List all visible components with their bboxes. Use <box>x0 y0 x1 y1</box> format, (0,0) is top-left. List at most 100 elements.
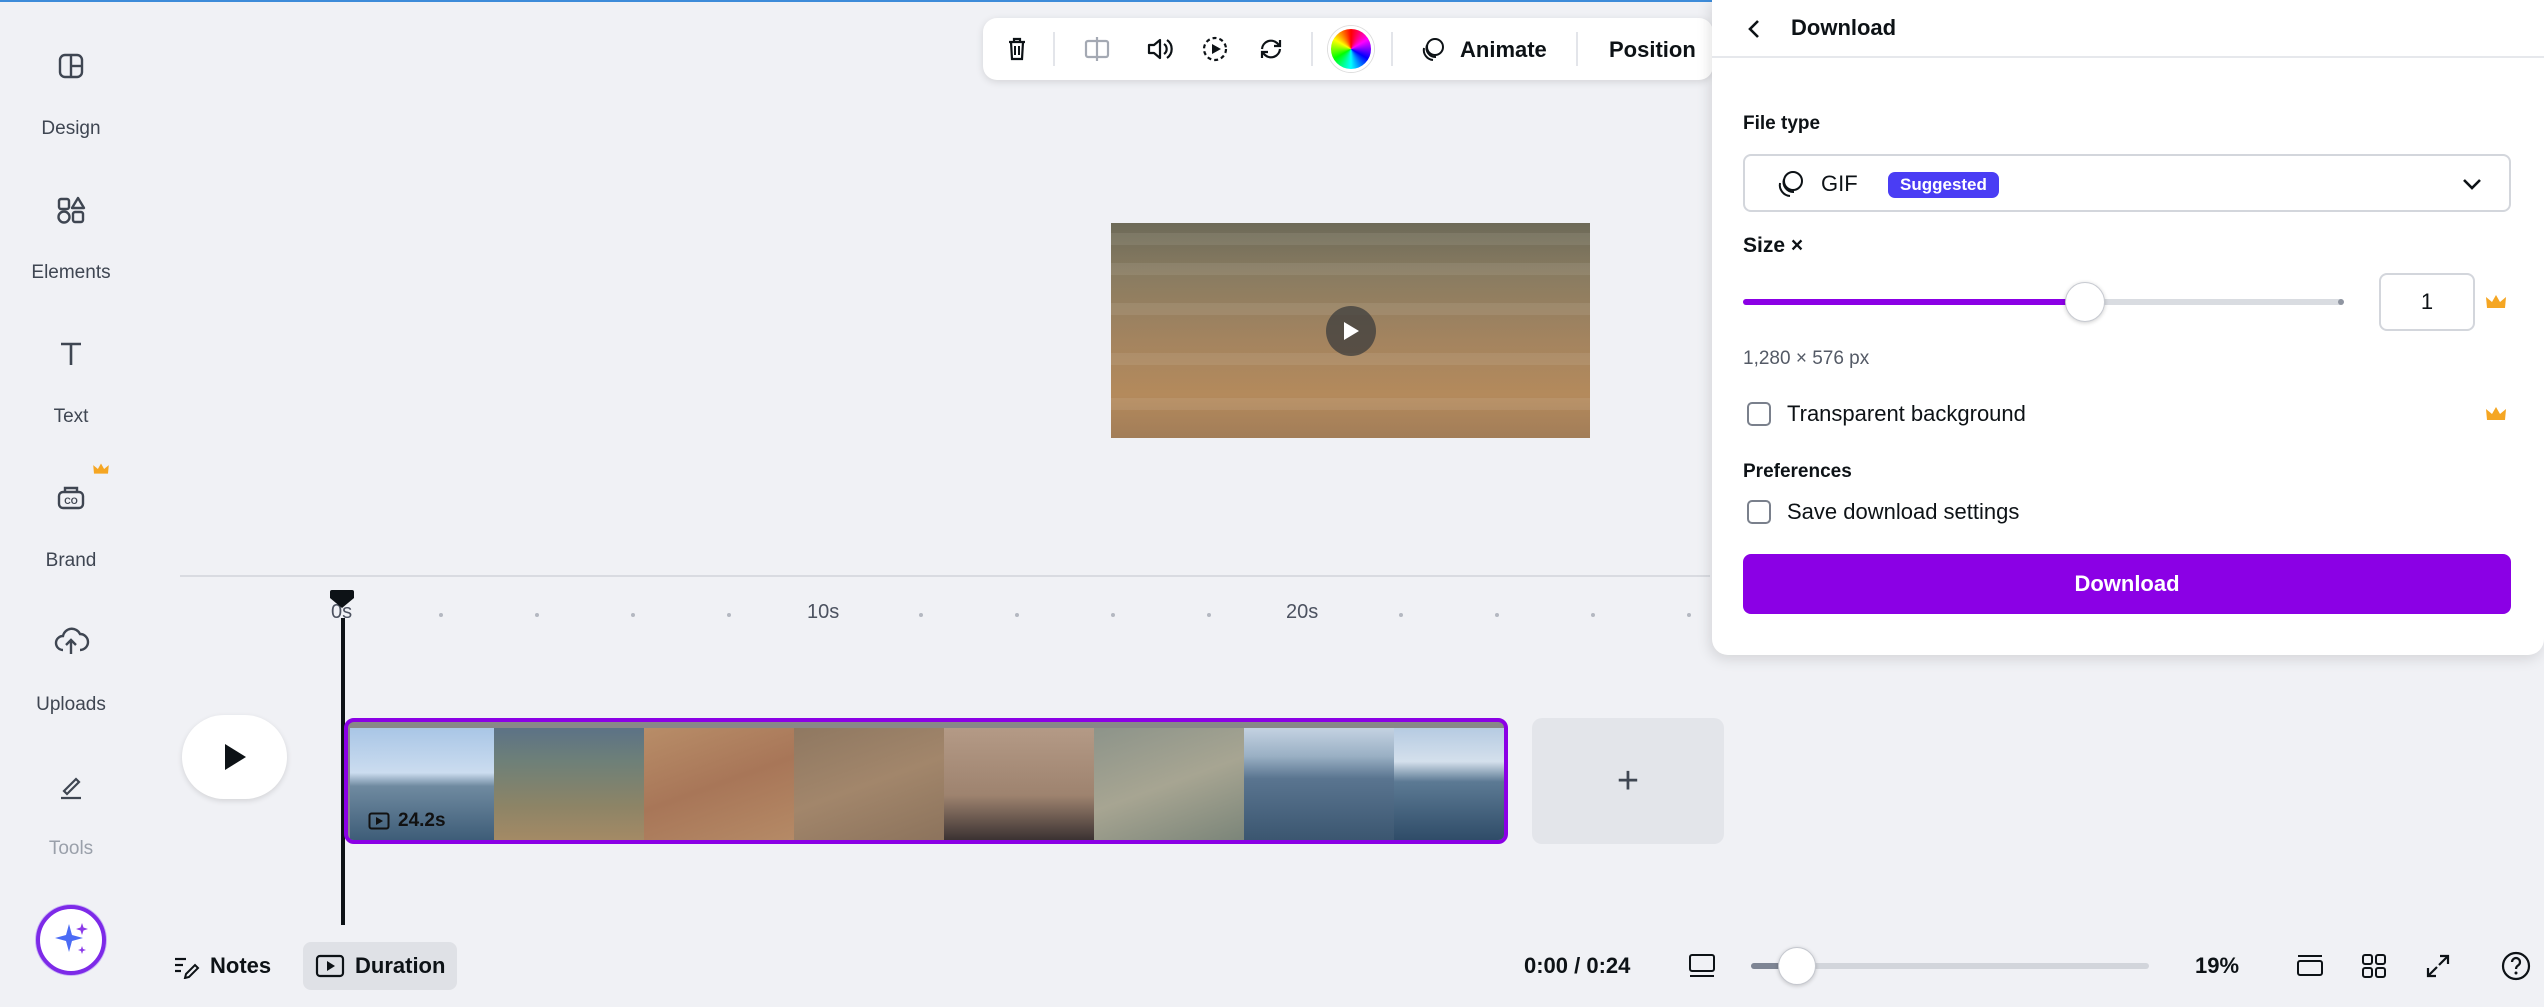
zoom-percentage[interactable]: 19% <box>2195 953 2239 979</box>
chevron-left-icon <box>1748 20 1759 38</box>
tick-dot <box>1399 613 1403 617</box>
playhead-handle[interactable] <box>329 588 355 610</box>
help-button[interactable] <box>2498 948 2534 984</box>
grid-icon <box>2362 954 2386 978</box>
file-type-label: File type <box>1743 113 1821 134</box>
delete-button[interactable] <box>999 31 1035 67</box>
video-clip[interactable]: 24.2s <box>344 718 1508 844</box>
save-settings-checkbox[interactable] <box>1747 500 1771 524</box>
sidebar-item-label: Brand <box>45 550 97 571</box>
sidebar-item-text[interactable]: Text <box>0 288 142 427</box>
tick-label: 20s <box>1286 601 1319 623</box>
clip-frame <box>1094 728 1244 840</box>
help-icon <box>2501 951 2531 981</box>
uploads-icon <box>54 627 90 654</box>
file-type-select[interactable]: GIF Suggested <box>1743 154 2511 212</box>
transparent-background-checkbox[interactable] <box>1747 402 1771 426</box>
play-icon <box>1344 322 1359 340</box>
magic-assistant-button[interactable] <box>36 905 106 975</box>
clip-frame <box>1394 728 1504 840</box>
position-button[interactable]: Position <box>1609 37 1696 63</box>
size-slider-fill <box>1743 299 2085 305</box>
clip-frame <box>494 728 644 840</box>
expand-icon <box>2426 954 2450 978</box>
crown-icon <box>93 463 109 474</box>
water-texture <box>1111 233 1590 245</box>
tick-dot <box>1687 613 1691 617</box>
crown-icon <box>2486 295 2506 308</box>
tick-dot <box>1591 613 1595 617</box>
duration-button[interactable]: Duration <box>303 942 458 990</box>
chevron-down-icon <box>2463 179 2481 190</box>
text-icon <box>61 342 81 365</box>
tick-dot <box>1015 613 1019 617</box>
size-input[interactable]: 1 <box>2379 273 2475 331</box>
notes-icon <box>175 957 200 979</box>
download-panel: Download File type GIF Suggested Size × … <box>1712 0 2544 655</box>
sidebar-item-label: Tools <box>48 838 94 859</box>
clip-frame <box>944 728 1094 840</box>
animate-icon <box>1422 38 1444 61</box>
animate-icon-wrap[interactable] <box>1415 31 1451 67</box>
save-settings-label: Save download settings <box>1787 499 2020 524</box>
page-view-button[interactable] <box>1684 948 1720 984</box>
water-texture <box>1111 263 1590 275</box>
timeline-ruler <box>180 575 1710 577</box>
tools-icon <box>61 777 81 800</box>
tick-dot <box>919 613 923 617</box>
tick-dot <box>535 613 539 617</box>
clip-duration: 24.2s <box>398 810 446 831</box>
panel-header: Download <box>1712 0 2544 58</box>
pages-button[interactable] <box>2292 948 2328 984</box>
volume-icon <box>1147 38 1173 60</box>
sparkle-icon <box>55 923 88 954</box>
save-settings-row[interactable]: Save download settings <box>1747 497 2019 527</box>
grid-view-button[interactable] <box>2356 948 2392 984</box>
loop-button[interactable] <box>1253 31 1289 67</box>
notes-button[interactable]: Notes <box>160 942 283 990</box>
tick-dot <box>1207 613 1211 617</box>
playback-button[interactable] <box>1197 31 1233 67</box>
zoom-slider-handle[interactable] <box>1778 947 1817 985</box>
playback-time: 0:00 / 0:24 <box>1524 953 1631 978</box>
animate-button[interactable]: Animate <box>1460 37 1547 63</box>
download-button[interactable]: Download <box>1743 554 2511 614</box>
video-play-button[interactable] <box>1326 306 1376 356</box>
sidebar-item-elements[interactable]: Elements <box>0 144 142 283</box>
size-slider[interactable] <box>1743 299 2343 305</box>
brand-icon: CO <box>57 486 85 510</box>
tick-dot <box>1495 613 1499 617</box>
add-clip-button[interactable]: + <box>1532 718 1724 844</box>
toolbar-divider <box>1576 32 1578 66</box>
split-button[interactable] <box>1079 31 1115 67</box>
play-icon <box>224 744 246 770</box>
clip-frame <box>644 728 794 840</box>
color-picker-button[interactable] <box>1328 26 1374 72</box>
sidebar-item-brand[interactable]: CO Brand <box>0 432 142 571</box>
duration-label: Duration <box>355 953 446 978</box>
preferences-label: Preferences <box>1743 461 1852 482</box>
transparent-background-label: Transparent background <box>1787 401 2026 426</box>
tick-label: 10s <box>807 601 840 623</box>
playback-icon <box>1202 36 1228 62</box>
page-view-icon <box>1689 954 1715 977</box>
back-button[interactable] <box>1738 12 1772 46</box>
clip-duration-badge: 24.2s <box>368 807 446 835</box>
sidebar-item-uploads[interactable]: Uploads <box>0 576 142 715</box>
timeline-play-button[interactable] <box>182 715 287 799</box>
sidebar-item-design[interactable]: Design <box>0 0 142 139</box>
tick-dot <box>1111 613 1115 617</box>
gif-icon <box>1778 171 1803 197</box>
size-slider-handle[interactable] <box>2065 282 2105 322</box>
fullscreen-button[interactable] <box>2420 948 2456 984</box>
volume-button[interactable] <box>1141 31 1177 67</box>
svg-text:CO: CO <box>64 496 78 506</box>
sidebar-item-label: Design <box>41 118 101 139</box>
notes-label: Notes <box>210 953 272 978</box>
sidebar-item-label: Elements <box>31 262 111 283</box>
trash-icon <box>1009 37 1025 61</box>
panel-title: Download <box>1791 15 1897 40</box>
transparent-background-row[interactable]: Transparent background <box>1747 399 2026 429</box>
sidebar-item-tools[interactable]: Tools <box>0 720 142 859</box>
clip-frame <box>794 728 944 840</box>
